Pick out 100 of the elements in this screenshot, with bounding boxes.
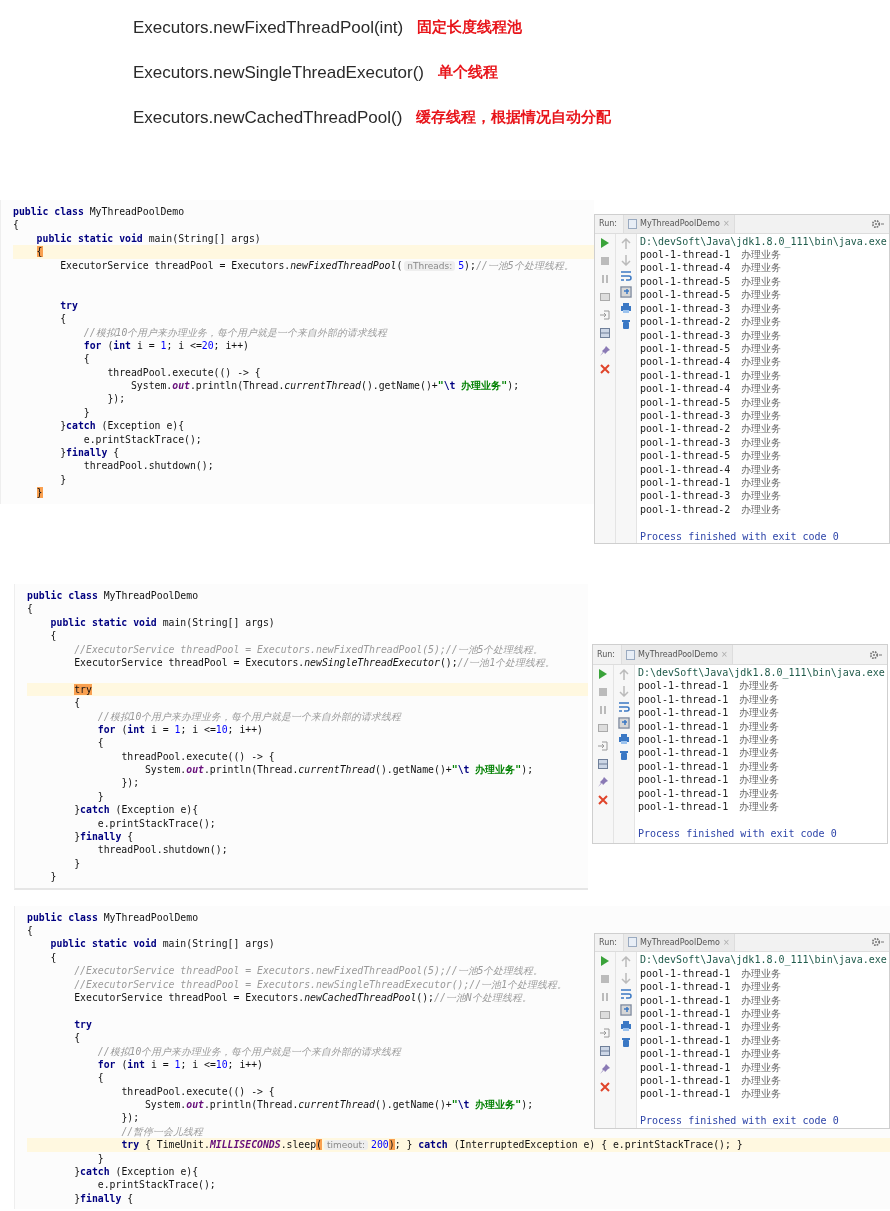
output-message: 办理业务 bbox=[741, 1060, 782, 1074]
file-icon bbox=[628, 937, 638, 948]
layout-icon[interactable] bbox=[600, 1046, 610, 1057]
api-signature: Executors.newSingleThreadExecutor() bbox=[133, 62, 425, 83]
code-line: } bbox=[73, 857, 81, 869]
output-message: 办理业务 bbox=[739, 706, 780, 720]
output-message: 办理业务 bbox=[741, 395, 782, 409]
print-icon[interactable] bbox=[618, 733, 630, 745]
output-message: 办理业务 bbox=[741, 1006, 782, 1021]
close-icon[interactable] bbox=[600, 1082, 610, 1093]
api-description: 缓存线程，根据情况自动分配 bbox=[416, 108, 612, 127]
layout-icon[interactable] bbox=[600, 327, 610, 338]
code-line: //ExecutorService threadPool = Executors.newFixedThreadPool(5);//一池5个处理线程。 bbox=[73, 643, 544, 655]
thread-name: pool-1-thread-1 bbox=[640, 368, 731, 383]
thread-name: pool-1-thread-4 bbox=[640, 355, 731, 369]
settings-icon[interactable] bbox=[869, 649, 883, 660]
close-icon[interactable] bbox=[598, 795, 608, 805]
up-arrow-icon[interactable] bbox=[620, 956, 632, 969]
thread-name: pool-1-thread-5 bbox=[640, 341, 731, 356]
exit-icon[interactable] bbox=[598, 741, 608, 751]
console-tab[interactable]: MyThreadPoolDemo × bbox=[623, 933, 735, 952]
frame-icon[interactable] bbox=[600, 1010, 610, 1021]
pin-icon[interactable] bbox=[598, 777, 608, 787]
output-message: 办理业务 bbox=[741, 462, 782, 476]
stop-icon[interactable] bbox=[600, 255, 610, 266]
thread-name: pool-1-thread-1 bbox=[638, 746, 729, 760]
pin-icon[interactable] bbox=[600, 345, 610, 356]
frame-icon[interactable] bbox=[600, 291, 610, 302]
thread-name: pool-1-thread-3 bbox=[640, 301, 731, 316]
trash-icon[interactable] bbox=[618, 749, 630, 761]
output-message: 办理业务 bbox=[741, 274, 782, 289]
trash-icon[interactable] bbox=[620, 1036, 632, 1049]
code-line: e.printStackTrace(); bbox=[96, 817, 216, 829]
play-icon[interactable] bbox=[598, 669, 608, 679]
close-icon[interactable] bbox=[600, 363, 610, 374]
output-message: 办理业务 bbox=[741, 368, 782, 383]
code-line: for (int i = 1; i <=20; i++) bbox=[82, 339, 249, 351]
play-icon[interactable] bbox=[600, 237, 610, 248]
wrap-icon[interactable] bbox=[620, 269, 632, 282]
print-icon[interactable] bbox=[620, 301, 632, 314]
run-label: Run: bbox=[597, 650, 616, 659]
thread-name: pool-1-thread-5 bbox=[640, 288, 731, 302]
code-line: } bbox=[82, 406, 90, 418]
api-signature: Executors.newCachedThreadPool() bbox=[133, 107, 403, 128]
print-icon[interactable] bbox=[620, 1020, 632, 1033]
pause-icon[interactable] bbox=[598, 705, 608, 715]
thread-name: pool-1-thread-3 bbox=[640, 408, 731, 423]
play-icon[interactable] bbox=[600, 956, 610, 967]
code-line: for (int i = 1; i <=10; i++) bbox=[96, 723, 263, 735]
thread-name: pool-1-thread-1 bbox=[640, 1006, 731, 1021]
down-arrow-icon[interactable] bbox=[620, 253, 632, 266]
pin-icon[interactable] bbox=[600, 1064, 610, 1075]
down-arrow-icon[interactable] bbox=[618, 685, 630, 697]
code-line: ExecutorService threadPool = Executors.newCachedThreadPool();//一池N个处理线程。 bbox=[73, 991, 532, 1003]
stop-icon[interactable] bbox=[600, 974, 610, 985]
output-message: 办理业务 bbox=[741, 489, 782, 503]
thread-name: pool-1-thread-3 bbox=[640, 489, 731, 503]
console-tab[interactable]: MyThreadPoolDemo × bbox=[623, 215, 735, 233]
pause-icon[interactable] bbox=[600, 273, 610, 284]
code-line: ExecutorService threadPool = Executors.newFixedThreadPool( nThreads: 5);//一池5个处理线程。 bbox=[59, 259, 574, 271]
down-arrow-icon[interactable] bbox=[620, 972, 632, 985]
thread-name: pool-1-thread-1 bbox=[638, 759, 729, 774]
stop-icon[interactable] bbox=[598, 687, 608, 697]
output-message: 办理业务 bbox=[741, 502, 782, 517]
scroll-icon[interactable] bbox=[618, 717, 630, 729]
frame-icon[interactable] bbox=[598, 723, 608, 733]
code-line: }catch (Exception e){ bbox=[73, 1166, 199, 1177]
thread-name: pool-1-thread-5 bbox=[640, 395, 731, 409]
settings-icon[interactable] bbox=[871, 937, 885, 948]
settings-icon[interactable] bbox=[871, 218, 885, 229]
console-tab[interactable]: MyThreadPoolDemo × bbox=[621, 645, 733, 664]
exit-message: Process finished with exit code 0 bbox=[640, 529, 840, 543]
code-line: System.out.println(Thread.currentThread().getName()+"\t 办理业务"); bbox=[143, 1099, 534, 1111]
trash-icon[interactable] bbox=[620, 317, 632, 330]
pause-icon[interactable] bbox=[600, 992, 610, 1003]
thread-name: pool-1-thread-5 bbox=[640, 449, 731, 463]
wrap-icon[interactable] bbox=[620, 988, 632, 1001]
code-line: }finally { bbox=[73, 1192, 134, 1204]
output-message: 办理业务 bbox=[741, 1033, 782, 1048]
thread-name: pool-1-thread-1 bbox=[640, 476, 731, 490]
run-label: Run: bbox=[599, 219, 618, 229]
output-message: 办理业务 bbox=[741, 993, 782, 1007]
scroll-icon[interactable] bbox=[620, 285, 632, 298]
code-line: threadPool.shutdown(); bbox=[82, 460, 214, 472]
code-line: //ExecutorService threadPool = Executors.newFixedThreadPool(5);//一池5个处理线程。 bbox=[73, 965, 544, 977]
thread-name: pool-1-thread-1 bbox=[638, 679, 729, 693]
up-arrow-icon[interactable] bbox=[620, 237, 632, 250]
output-message: 办理业务 bbox=[739, 773, 780, 787]
wrap-icon[interactable] bbox=[618, 701, 630, 713]
code-line: } bbox=[96, 1152, 104, 1164]
thread-name: pool-1-thread-2 bbox=[640, 502, 731, 517]
exit-message: Process finished with exit code 0 bbox=[638, 826, 838, 841]
scroll-icon[interactable] bbox=[620, 1004, 632, 1017]
exit-icon[interactable] bbox=[600, 309, 610, 320]
up-arrow-icon[interactable] bbox=[618, 669, 630, 681]
code-line: threadPool.execute(() -> { bbox=[120, 750, 275, 762]
output-message: 办理业务 bbox=[741, 1087, 782, 1101]
exit-icon[interactable] bbox=[600, 1028, 610, 1039]
layout-icon[interactable] bbox=[598, 759, 608, 769]
code-line: public class MyThreadPoolDemo bbox=[27, 911, 199, 923]
